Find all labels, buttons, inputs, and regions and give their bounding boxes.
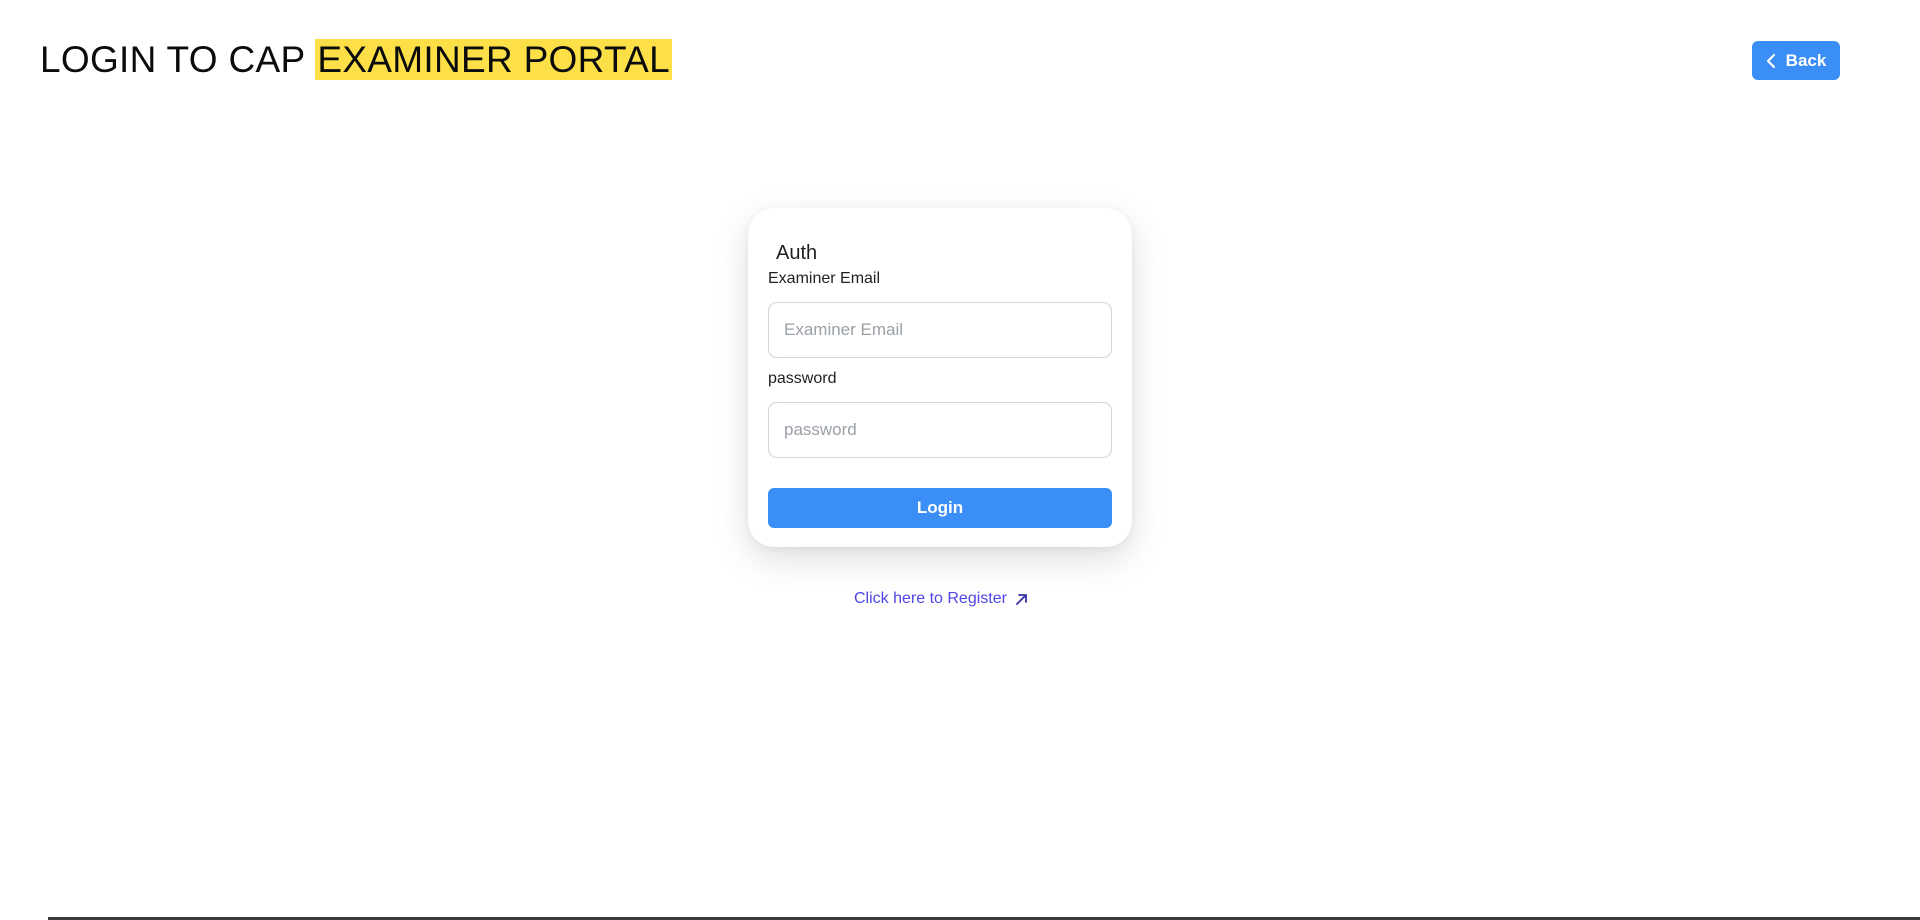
chevron-left-icon <box>1766 53 1775 68</box>
email-label: Examiner Email <box>768 270 881 287</box>
back-button[interactable]: Back <box>1752 41 1840 80</box>
password-label: password <box>768 370 837 387</box>
register-link[interactable]: Click here to Register <box>854 590 1028 608</box>
page-title-highlight: EXAMINER PORTAL <box>315 39 673 80</box>
page-title: LOGIN TO CAP EXAMINER PORTAL <box>40 36 673 84</box>
back-button-label: Back <box>1785 50 1827 70</box>
login-button[interactable]: Login <box>768 488 1112 528</box>
card-title: Auth <box>776 242 818 264</box>
auth-card: Auth Examiner Email password Login <box>748 208 1132 547</box>
email-field[interactable] <box>768 302 1112 358</box>
arrow-up-right-icon <box>1016 593 1027 605</box>
page-title-prefix: LOGIN TO CAP <box>40 39 305 80</box>
login-page: LOGIN TO CAP EXAMINER PORTAL Back Auth E… <box>0 0 1920 920</box>
register-link-label: Click here to Register <box>854 590 1007 607</box>
password-field[interactable] <box>768 402 1112 458</box>
